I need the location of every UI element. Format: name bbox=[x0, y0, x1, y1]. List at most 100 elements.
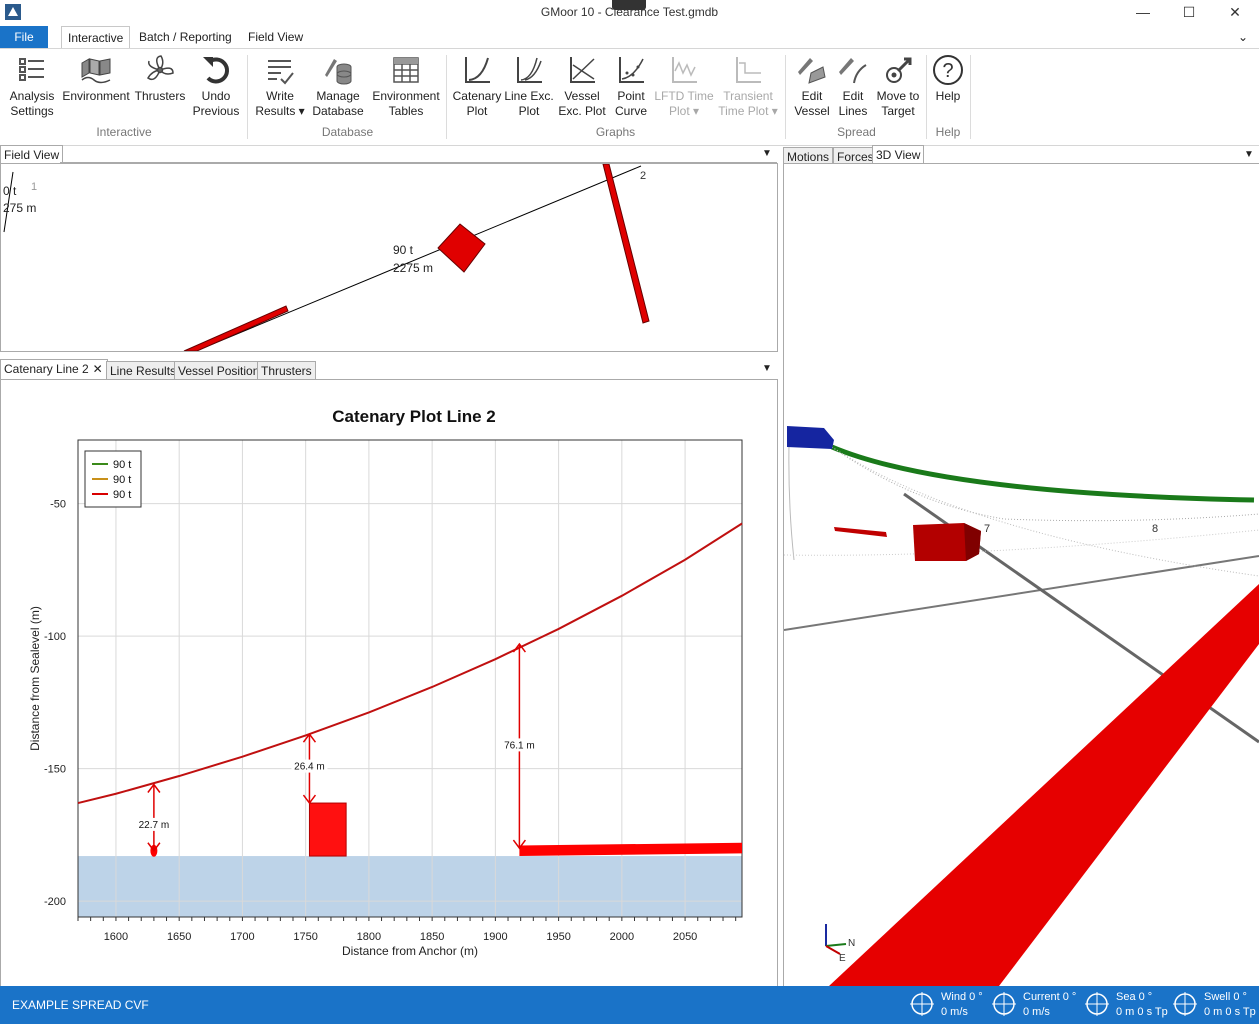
analysis-settings-label1: Analysis bbox=[9, 89, 55, 103]
tab-thrusters[interactable]: Thrusters bbox=[257, 361, 316, 380]
ribbon: Analysis Settings Environment Thrusters … bbox=[0, 48, 1259, 146]
target-icon bbox=[886, 57, 912, 83]
3d-scene: 7 8 N E bbox=[784, 426, 1259, 986]
undo-label1: Undo bbox=[201, 89, 231, 103]
tab-field-view-pane[interactable]: Field View bbox=[0, 145, 64, 164]
x-tick-label: 1850 bbox=[420, 931, 444, 943]
environment-button[interactable]: Environment bbox=[61, 53, 131, 104]
environment-tables-button[interactable]: Environment Tables bbox=[370, 53, 442, 119]
title-bar: GMoor 10 - Clearance Test.gmdb — ☐ ✕ bbox=[0, 0, 1259, 26]
catenary-plot-button[interactable]: Catenary Plot bbox=[451, 53, 503, 119]
move-to-target-button[interactable]: Move to Target bbox=[873, 53, 923, 119]
group-graphs: Graphs bbox=[595, 125, 636, 139]
dotted-line-1 bbox=[831, 446, 1259, 522]
sea-indicator[interactable]: Sea 0 ° 0 m 0 s Tp bbox=[1085, 990, 1171, 1020]
y-tick-label: -50 bbox=[50, 499, 66, 511]
pane-menu-icon[interactable]: ▼ bbox=[1244, 149, 1254, 160]
edit-vessel-button[interactable]: Edit Vessel bbox=[790, 53, 834, 119]
tab-catenary-line-2-label: Catenary Line 2 bbox=[4, 362, 89, 376]
undo-previous-button[interactable]: Undo Previous bbox=[190, 53, 242, 119]
maximize-button[interactable]: ☐ bbox=[1166, 0, 1212, 26]
transient-time-plot-label1: Transient bbox=[723, 89, 773, 103]
line-label-8: 8 bbox=[1152, 523, 1158, 535]
lftd-time-plot-label2: Plot ▾ bbox=[668, 104, 700, 118]
dotted-line-3 bbox=[788, 443, 795, 561]
y-tick-label: -100 bbox=[44, 631, 66, 643]
swell-indicator[interactable]: Swell 0 ° 0 m 0 s Tp bbox=[1173, 990, 1259, 1020]
transient-time-plot-label2: Time Plot ▾ bbox=[718, 104, 778, 118]
minimize-button[interactable]: — bbox=[1120, 0, 1166, 26]
wind-indicator[interactable]: Wind 0 ° 0 m/s bbox=[910, 990, 990, 1020]
catenary-line bbox=[77, 522, 743, 805]
seabed-pipe-right bbox=[602, 164, 650, 324]
clearance-label: 26.4 m bbox=[294, 762, 325, 773]
red-pipe-small bbox=[834, 527, 887, 537]
transient-time-plot-icon bbox=[736, 57, 761, 83]
point-curve-button[interactable]: Point Curve bbox=[610, 53, 652, 119]
point-curve-label1: Point bbox=[617, 89, 645, 103]
thrusters-button[interactable]: Thrusters bbox=[133, 53, 187, 104]
x-tick-label: 1750 bbox=[293, 931, 317, 943]
wind-value: 0 m/s bbox=[941, 1006, 968, 1018]
3d-view-canvas[interactable]: 7 8 N E bbox=[783, 163, 1259, 987]
edit-lines-button[interactable]: Edit Lines bbox=[834, 53, 872, 119]
tab-file[interactable]: File bbox=[0, 26, 48, 48]
close-button[interactable]: ✕ bbox=[1212, 0, 1258, 26]
vessel-exc-plot-label1: Vessel bbox=[564, 89, 600, 103]
collapse-ribbon-icon[interactable]: ⌄ bbox=[1238, 30, 1248, 44]
database-icon bbox=[325, 59, 352, 85]
current-value: 0 m/s bbox=[1023, 1006, 1050, 1018]
vessel-exc-plot-button[interactable]: Vessel Exc. Plot bbox=[556, 53, 608, 119]
tab-catenary-line-2[interactable]: Catenary Line 2 ✕ bbox=[0, 359, 108, 380]
drag-handle-icon[interactable] bbox=[612, 0, 646, 10]
manage-database-button[interactable]: Manage Database bbox=[310, 53, 366, 119]
vessel-exc-plot-label2: Exc. Plot bbox=[558, 104, 606, 118]
seabed-pipe-left bbox=[183, 305, 289, 351]
catenary-plot-label1: Catenary bbox=[452, 89, 502, 103]
pane-menu-icon[interactable]: ▼ bbox=[762, 148, 772, 159]
tab-interactive[interactable]: Interactive bbox=[61, 26, 131, 49]
thrusters-label: Thrusters bbox=[134, 89, 186, 103]
legend-label: 90 t bbox=[113, 459, 131, 471]
dotted-line-4 bbox=[784, 529, 1259, 556]
left-tension-label: 0 t bbox=[3, 184, 17, 198]
tab-line-results[interactable]: Line Results bbox=[106, 361, 181, 380]
current-indicator[interactable]: Current 0 ° 0 m/s bbox=[992, 990, 1078, 1020]
lftd-time-plot-button[interactable]: LFTD Time Plot ▾ bbox=[654, 53, 714, 119]
seabed-area bbox=[78, 856, 742, 917]
pane-menu-icon[interactable]: ▼ bbox=[762, 363, 772, 374]
line-exc-plot-button[interactable]: Line Exc. Plot bbox=[504, 53, 554, 119]
field-view-canvas[interactable]: 1 2 0 t 275 m 90 t 2275 m bbox=[0, 163, 778, 352]
group-spread: Spread bbox=[837, 125, 876, 139]
catenary-plot-panel[interactable]: Catenary Plot Line 2 1600 1650 1700 1750 1800… bbox=[0, 379, 778, 987]
analysis-settings-button[interactable]: Analysis Settings bbox=[6, 53, 58, 119]
swell-title: Swell 0 ° bbox=[1204, 991, 1247, 1003]
x-tick-label: 1800 bbox=[357, 931, 381, 943]
chart-title: Catenary Plot Line 2 bbox=[332, 407, 495, 426]
swell-value: 0 m 0 s Tp bbox=[1204, 1006, 1256, 1018]
line-label-7: 7 bbox=[984, 523, 990, 535]
obstacle-box bbox=[308, 802, 347, 857]
sea-value: 0 m 0 s Tp bbox=[1116, 1006, 1168, 1018]
write-results-button[interactable]: Write Results ▾ bbox=[253, 53, 307, 119]
write-results-label1: Write bbox=[266, 89, 294, 103]
manage-database-label1: Manage bbox=[316, 89, 360, 103]
red-vessel-side bbox=[964, 523, 981, 561]
line-exc-plot-label1: Line Exc. bbox=[504, 89, 554, 103]
tab-field-view[interactable]: Field View bbox=[242, 26, 309, 48]
tab-batch-reporting[interactable]: Batch / Reporting bbox=[133, 26, 238, 48]
y-tick-label: -150 bbox=[44, 764, 66, 776]
manage-database-label2: Database bbox=[312, 104, 364, 118]
point-curve-icon bbox=[619, 57, 644, 83]
blue-vessel bbox=[787, 426, 834, 449]
close-tab-icon[interactable]: ✕ bbox=[93, 360, 103, 378]
environment-icon bbox=[81, 58, 111, 84]
vessel-exc-plot-icon bbox=[570, 57, 595, 83]
line-number-2: 2 bbox=[640, 170, 646, 182]
transient-time-plot-button[interactable]: Transient Time Plot ▾ bbox=[716, 53, 780, 119]
tab-vessel-position[interactable]: Vessel Position bbox=[174, 361, 264, 380]
help-button[interactable]: ? Help bbox=[929, 53, 967, 104]
y-axis-label: Distance from Sealevel (m) bbox=[28, 606, 42, 751]
ribbon-separator bbox=[926, 55, 927, 139]
clearance-label: 22.7 m bbox=[139, 820, 170, 831]
